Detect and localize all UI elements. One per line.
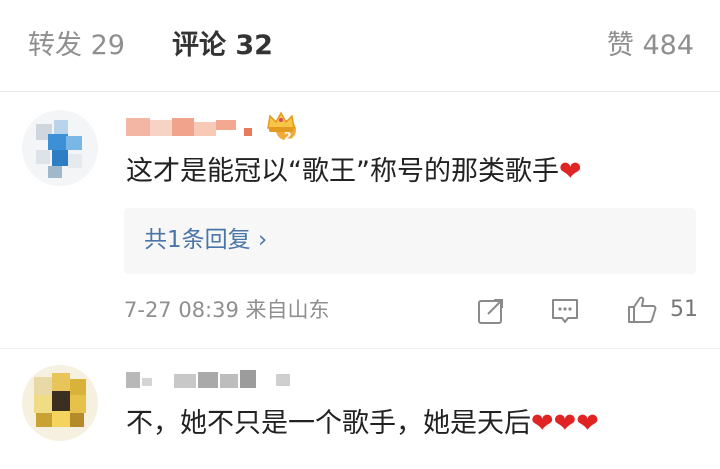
comment-body: 这才是能冠以“歌王”称号的那类歌手 [126, 156, 559, 187]
comment-text: 不，她不只是一个歌手，她是天后❤❤❤ [126, 406, 599, 442]
comment-meta: 7-27 08:39 来自山东 [124, 298, 330, 322]
comment-body: 不，她不只是一个歌手，她是天后 [126, 408, 531, 439]
tab-repost[interactable]: 转发 29 [28, 28, 125, 64]
avatar[interactable] [22, 110, 98, 186]
comment-divider [0, 348, 720, 349]
view-replies-link[interactable]: 共1条回复 › [144, 224, 267, 256]
username-blurred[interactable] [126, 116, 260, 138]
active-tab-indicator [196, 82, 248, 87]
heart-emoji: ❤ [558, 156, 582, 187]
comment-text: 这才是能冠以“歌王”称号的那类歌手❤ [126, 154, 582, 190]
share-icon[interactable] [476, 296, 506, 326]
avatar[interactable] [22, 365, 98, 441]
replies-box[interactable]: 共1条回复 › [124, 208, 696, 274]
hearts-emoji: ❤❤❤ [531, 408, 599, 439]
crown-badge-icon: 2 [267, 111, 296, 142]
tab-likes[interactable]: 赞 484 [607, 28, 694, 64]
header-divider [0, 91, 720, 92]
tab-bar: 转发 29 评论 32 赞 484 [0, 0, 720, 92]
like-count: 51 [670, 297, 698, 322]
svg-text:2: 2 [284, 130, 292, 142]
username-blurred[interactable] [126, 368, 302, 390]
thumbs-up-icon[interactable] [626, 294, 658, 326]
tab-comments[interactable]: 评论 32 [172, 28, 273, 64]
comment-icon[interactable] [550, 296, 580, 326]
